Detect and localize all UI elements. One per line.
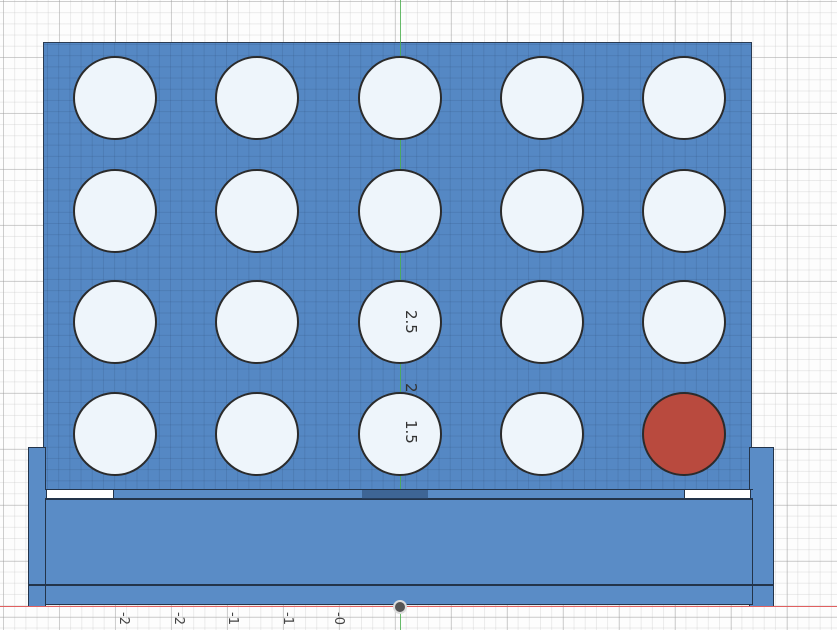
ruler-label: -0 <box>331 612 346 625</box>
dimension-label-2: 2 <box>402 383 420 393</box>
board-hole[interactable] <box>642 169 726 253</box>
ruler-label: -1 <box>225 612 240 625</box>
slot-gap-right <box>684 489 751 499</box>
ruler-label: -1 <box>280 612 295 625</box>
ruler-label: -2 <box>116 612 131 625</box>
board-hole[interactable] <box>500 56 584 140</box>
board-hole[interactable] <box>215 280 299 364</box>
board-hole[interactable] <box>215 392 299 476</box>
board-hole[interactable] <box>215 56 299 140</box>
slot-gap-left <box>46 489 114 499</box>
board-hole[interactable] <box>358 56 442 140</box>
left-support-post[interactable] <box>28 447 46 607</box>
board-hole[interactable] <box>500 280 584 364</box>
game-piece-red[interactable] <box>642 392 726 476</box>
board-hole[interactable] <box>73 280 157 364</box>
board-hole[interactable] <box>642 280 726 364</box>
horizontal-axis-line <box>0 606 837 607</box>
board-hole[interactable] <box>642 56 726 140</box>
board-hole[interactable] <box>500 169 584 253</box>
board-hole[interactable] <box>500 392 584 476</box>
origin-marker-icon[interactable] <box>393 600 407 614</box>
board-hole[interactable] <box>358 392 442 476</box>
slot-shadow <box>362 490 428 499</box>
design-viewport[interactable]: 2.5 2 1.5 -2 -2 -1 -1 -0 <box>0 0 837 630</box>
board-hole[interactable] <box>73 56 157 140</box>
dimension-label-2-5: 2.5 <box>402 310 420 334</box>
board-hole[interactable] <box>215 169 299 253</box>
board-hole[interactable] <box>73 169 157 253</box>
base-edge-line <box>28 584 774 586</box>
ruler-label: -2 <box>171 612 186 625</box>
dimension-label-1-5: 1.5 <box>402 420 420 444</box>
board-hole[interactable] <box>358 169 442 253</box>
board-hole[interactable] <box>73 392 157 476</box>
board-base[interactable] <box>45 499 753 605</box>
board-hole[interactable] <box>358 280 442 364</box>
